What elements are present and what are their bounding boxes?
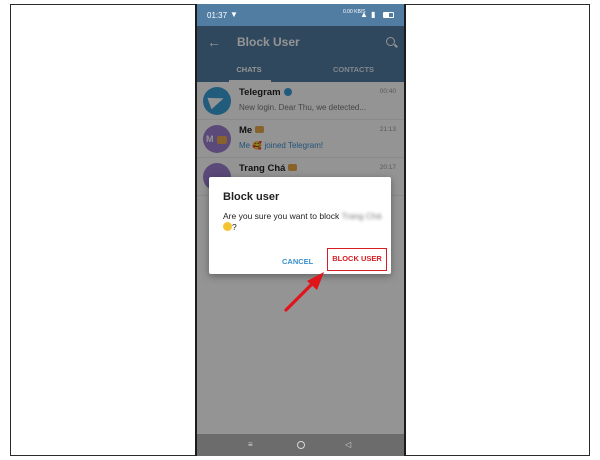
red-arrow-icon [284,272,324,312]
blurred-contact-name: Trang Chá [341,211,382,221]
battery-icon [383,12,394,18]
mute-icon: ▼ [230,10,238,19]
wifi-icon: ▲ [360,10,368,19]
block-user-dialog: Block user Are you sure you want to bloc… [209,177,391,274]
home-icon[interactable] [297,441,305,449]
menu-icon[interactable]: ≡ [248,440,253,449]
dialog-title: Block user [223,191,280,203]
block-user-button[interactable]: BLOCK USER [327,248,387,271]
system-nav-bar: ≡ ◁ [197,434,404,456]
nav-back-icon[interactable]: ◁ [345,440,351,449]
smile-emoji-icon [223,222,232,231]
signal-icon: ▮ [371,10,376,19]
status-bar: 01:37 ▼ 0.00 KB/S ▲ ▮ [197,4,404,26]
cancel-button[interactable]: CANCEL [282,257,313,266]
status-time: 01:37 [207,11,228,20]
dialog-message: Are you sure you want to block Trang Chá… [223,211,382,232]
